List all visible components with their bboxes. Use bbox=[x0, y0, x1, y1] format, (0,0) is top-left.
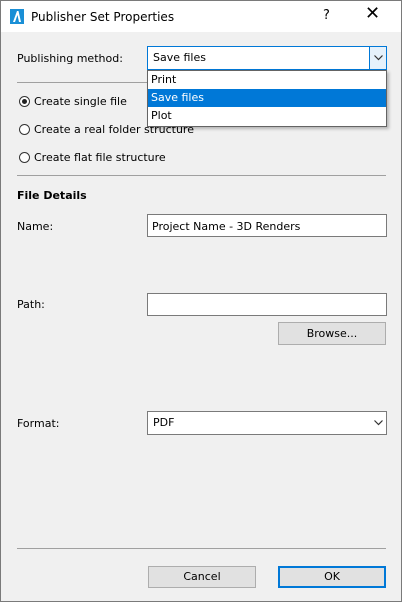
radio-create-single-file[interactable]: Create single file bbox=[19, 95, 127, 108]
dialog-window: Publisher Set Properties ? ✕ Publishing … bbox=[0, 0, 402, 602]
cancel-button[interactable]: Cancel bbox=[148, 566, 256, 588]
browse-button[interactable]: Browse... bbox=[278, 322, 386, 345]
close-button[interactable]: ✕ bbox=[365, 5, 380, 23]
dropdown-option-save-files[interactable]: Save files bbox=[148, 89, 386, 107]
title-bar[interactable]: Publisher Set Properties ? ✕ bbox=[1, 1, 401, 32]
divider bbox=[17, 175, 386, 176]
format-select[interactable]: PDF bbox=[147, 411, 387, 435]
radio-create-flat-file-structure[interactable]: Create flat file structure bbox=[19, 151, 166, 164]
name-label: Name: bbox=[17, 220, 54, 233]
radio-indicator[interactable] bbox=[19, 124, 30, 135]
radio-label: Create single file bbox=[34, 95, 127, 108]
path-label: Path: bbox=[17, 298, 45, 311]
format-label: Format: bbox=[17, 417, 60, 430]
window-title: Publisher Set Properties bbox=[31, 10, 175, 24]
publishing-method-dropdown[interactable]: Print Save files Plot bbox=[147, 70, 387, 127]
divider bbox=[17, 548, 386, 549]
chevron-down-icon[interactable] bbox=[369, 47, 386, 69]
radio-indicator[interactable] bbox=[19, 96, 30, 107]
file-details-heading: File Details bbox=[17, 189, 87, 202]
help-button[interactable]: ? bbox=[323, 8, 330, 23]
radio-label: Create flat file structure bbox=[34, 151, 166, 164]
publishing-method-label: Publishing method: bbox=[17, 52, 123, 65]
app-icon bbox=[10, 9, 24, 24]
ok-button[interactable]: OK bbox=[278, 566, 386, 588]
name-field-value: Project Name - 3D Renders bbox=[152, 220, 301, 233]
path-field[interactable] bbox=[147, 293, 387, 316]
name-field[interactable]: Project Name - 3D Renders bbox=[147, 214, 387, 237]
publishing-method-select[interactable]: Save files bbox=[147, 46, 387, 70]
dropdown-option-plot[interactable]: Plot bbox=[148, 107, 386, 125]
chevron-down-icon[interactable] bbox=[370, 412, 386, 434]
format-value: PDF bbox=[153, 416, 175, 429]
publishing-method-value: Save files bbox=[153, 51, 206, 64]
dropdown-option-print[interactable]: Print bbox=[148, 71, 386, 89]
radio-indicator[interactable] bbox=[19, 152, 30, 163]
